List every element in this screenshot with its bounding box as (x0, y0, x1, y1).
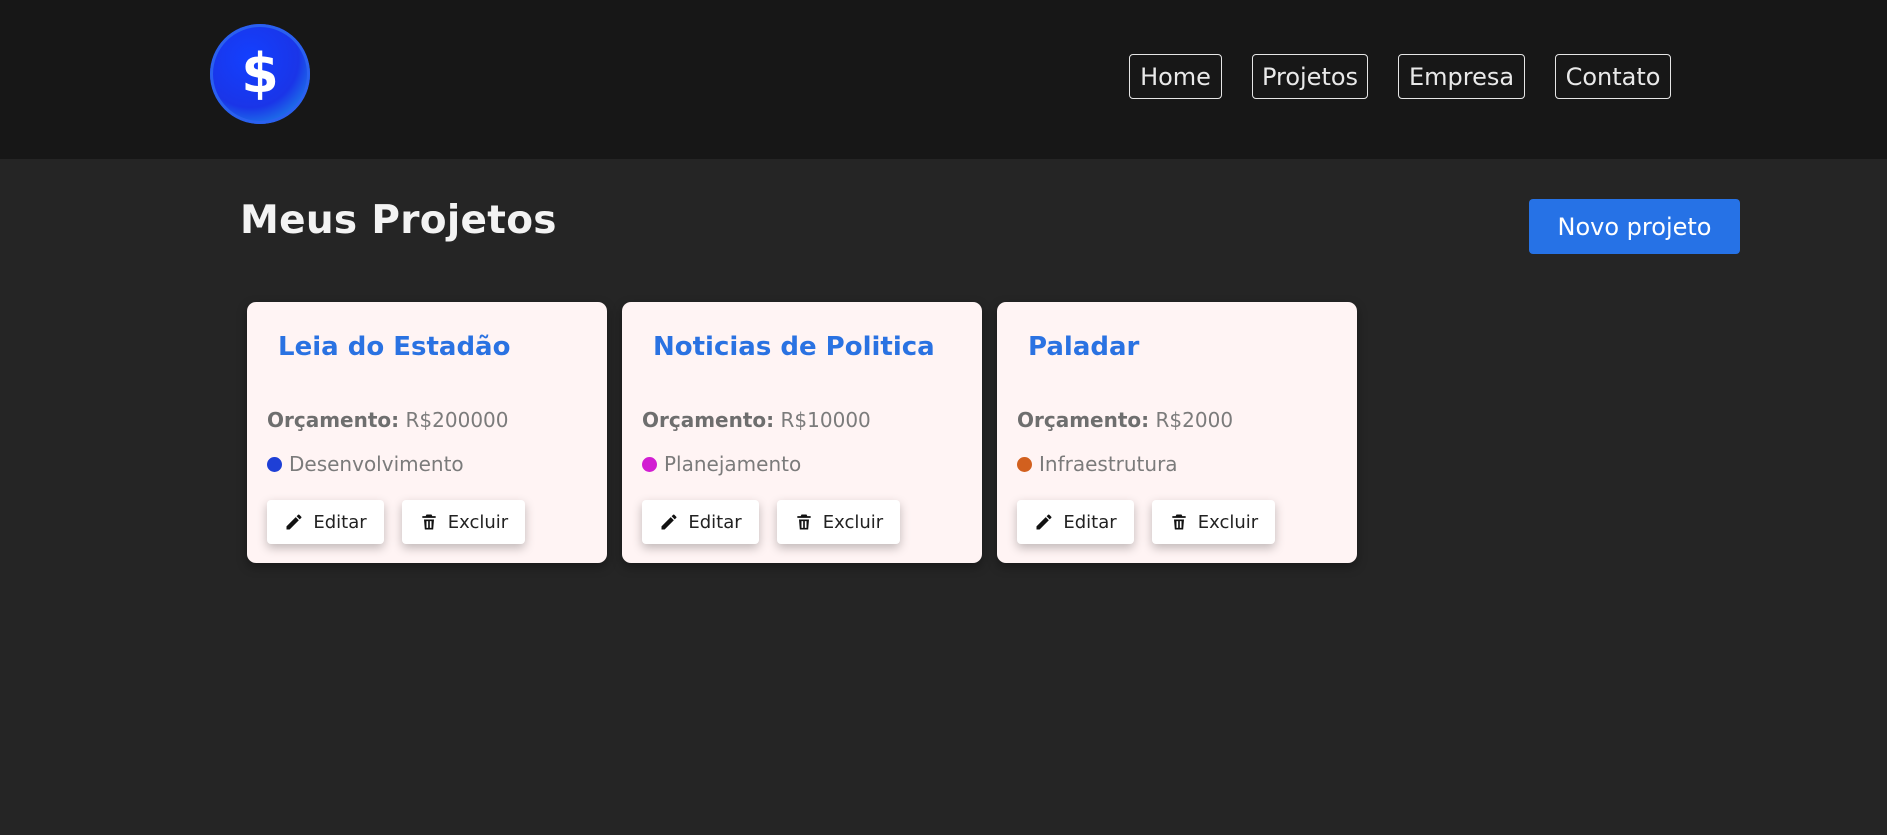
trash-icon (422, 514, 436, 530)
budget-value: R$200000 (405, 408, 509, 432)
category-dot-icon (267, 456, 282, 472)
edit-button[interactable]: Editar (642, 500, 759, 544)
site-header: $ Home Projetos Empresa Contato (0, 0, 1887, 159)
pencil-icon (661, 514, 677, 530)
project-budget: Orçamento: R$200000 (267, 408, 509, 432)
category-label: Planejamento (664, 452, 802, 476)
delete-button[interactable]: Excluir (402, 500, 525, 544)
project-card: Noticias de Politica Orçamento: R$10000 … (622, 302, 982, 563)
edit-button[interactable]: Editar (267, 500, 384, 544)
trash-icon (1172, 514, 1186, 530)
dollar-logo-icon[interactable]: $ (210, 24, 310, 124)
project-card: Leia do Estadão Orçamento: R$200000 Dese… (247, 302, 607, 563)
category-dot-icon (1017, 456, 1032, 472)
delete-button[interactable]: Excluir (1152, 500, 1275, 544)
category-dot-icon (642, 456, 657, 472)
project-title: Paladar (1028, 332, 1140, 362)
project-card: Paladar Orçamento: R$2000 Infraestrutura… (997, 302, 1357, 563)
logo-symbol: $ (241, 42, 279, 105)
project-budget: Orçamento: R$10000 (642, 408, 871, 432)
budget-label: Orçamento: (267, 408, 400, 432)
nav-empresa[interactable]: Empresa (1398, 54, 1525, 99)
delete-label: Excluir (447, 511, 509, 533)
budget-value: R$2000 (1155, 408, 1234, 432)
pencil-icon (286, 514, 302, 530)
budget-label: Orçamento: (642, 408, 775, 432)
nav-home[interactable]: Home (1129, 54, 1222, 99)
nav-projetos[interactable]: Projetos (1252, 54, 1368, 99)
edit-label: Editar (688, 511, 742, 533)
project-category: Planejamento (642, 452, 801, 476)
project-title: Noticias de Politica (653, 332, 935, 362)
edit-button[interactable]: Editar (1017, 500, 1134, 544)
page-title: Meus Projetos (240, 198, 557, 243)
budget-label: Orçamento: (1017, 408, 1150, 432)
project-category: Desenvolvimento (267, 452, 464, 476)
new-project-button[interactable]: Novo projeto (1529, 199, 1740, 254)
nav-contato[interactable]: Contato (1555, 54, 1671, 99)
delete-label: Excluir (1197, 511, 1259, 533)
edit-label: Editar (313, 511, 367, 533)
category-label: Desenvolvimento (289, 452, 464, 476)
trash-icon (797, 514, 811, 530)
project-budget: Orçamento: R$2000 (1017, 408, 1233, 432)
project-category: Infraestrutura (1017, 452, 1178, 476)
category-label: Infraestrutura (1039, 452, 1178, 476)
delete-button[interactable]: Excluir (777, 500, 900, 544)
edit-label: Editar (1063, 511, 1117, 533)
budget-value: R$10000 (780, 408, 871, 432)
pencil-icon (1036, 514, 1052, 530)
project-title: Leia do Estadão (278, 332, 511, 362)
delete-label: Excluir (822, 511, 884, 533)
